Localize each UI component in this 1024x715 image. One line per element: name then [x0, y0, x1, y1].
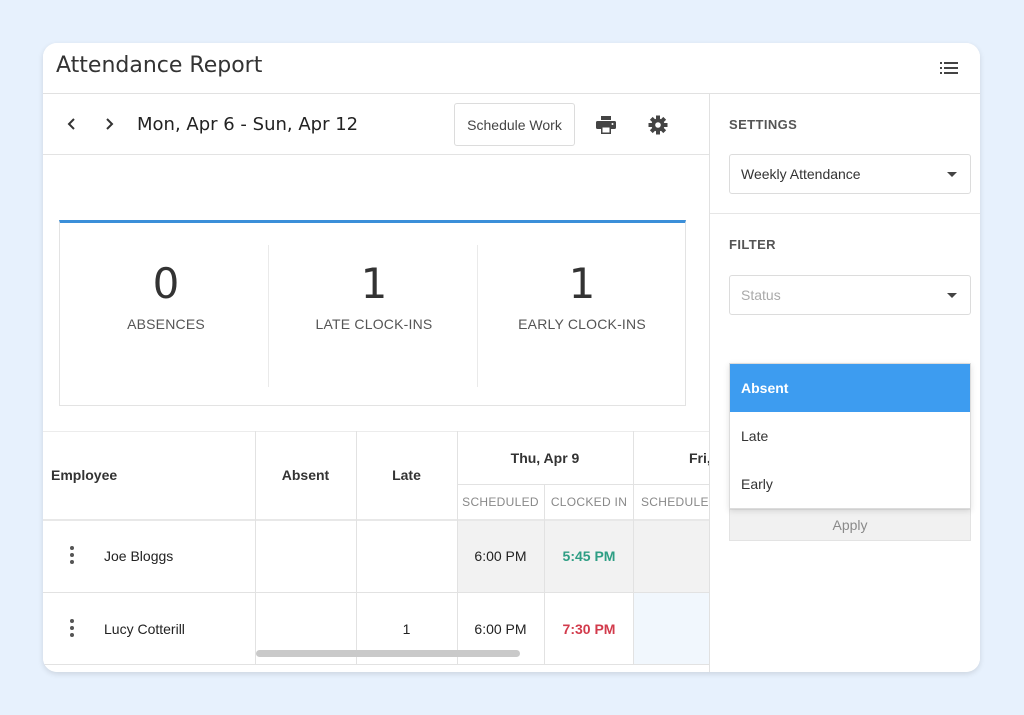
- main-panel: Mon, Apr 6 - Sun, Apr 12 Schedule Work 0…: [43, 94, 709, 672]
- employee-name: Joe Bloggs: [104, 547, 174, 564]
- status-option-early[interactable]: Early: [730, 460, 970, 508]
- schedule-work-button[interactable]: Schedule Work: [454, 103, 575, 146]
- gear-icon[interactable]: [646, 113, 670, 137]
- absent-count: [255, 519, 356, 592]
- divider: [268, 245, 269, 387]
- status-select[interactable]: Status: [729, 275, 971, 315]
- caret-down-icon: [947, 293, 957, 298]
- kebab-icon[interactable]: [69, 546, 75, 564]
- stat-value: 1: [568, 259, 596, 308]
- employee-name: Lucy Cotterill: [104, 620, 185, 637]
- stat-value: 0: [152, 259, 180, 308]
- settings-sidebar: SETTINGS Weekly Attendance FILTER Status…: [709, 94, 980, 672]
- page-title: Attendance Report: [56, 53, 263, 78]
- report-type-value: Weekly Attendance: [741, 166, 861, 182]
- settings-heading: SETTINGS: [729, 117, 798, 132]
- header-absent[interactable]: Absent: [255, 431, 356, 519]
- title-bar: Attendance Report: [43, 43, 980, 94]
- stats-summary: 0 ABSENCES 1 LATE CLOCK-INS 1 EARLY CLOC…: [59, 220, 686, 406]
- stat-late-clock-ins: 1 LATE CLOCK-INS: [270, 245, 478, 387]
- chevron-left-icon[interactable]: [62, 114, 82, 134]
- stat-label: EARLY CLOCK-INS: [518, 316, 646, 332]
- filter-heading: FILTER: [729, 237, 776, 252]
- header-late[interactable]: Late: [356, 431, 457, 519]
- printer-icon[interactable]: [594, 113, 618, 137]
- stat-absences: 0 ABSENCES: [62, 245, 270, 387]
- stat-label: ABSENCES: [127, 316, 205, 332]
- kebab-icon[interactable]: [69, 619, 75, 637]
- stat-label: LATE CLOCK-INS: [315, 316, 433, 332]
- status-placeholder: Status: [741, 287, 781, 303]
- report-window: Attendance Report Mon, Apr 6 - Sun, Apr …: [43, 43, 980, 672]
- subheader-clocked-in: CLOCKED IN: [550, 494, 628, 509]
- subheader-scheduled: SCHEDULED: [462, 494, 539, 509]
- stat-value: 1: [360, 259, 388, 308]
- header-day-fri: Fri,: [689, 449, 709, 466]
- header-day-thu-apr-9: Thu, Apr 9: [510, 449, 580, 466]
- status-option-late[interactable]: Late: [730, 412, 970, 460]
- apply-button[interactable]: Apply: [729, 509, 971, 541]
- menu-icon[interactable]: [940, 61, 958, 75]
- scheduled-time: 6:00 PM: [474, 547, 527, 564]
- horizontal-scrollbar[interactable]: [256, 650, 520, 657]
- attendance-table: Employee Absent Late Thu, Apr 9 Fri, SCH…: [43, 431, 709, 665]
- report-type-select[interactable]: Weekly Attendance: [729, 154, 971, 194]
- chevron-right-icon[interactable]: [99, 114, 119, 134]
- status-option-absent[interactable]: Absent: [730, 364, 970, 412]
- caret-down-icon: [947, 172, 957, 177]
- date-toolbar: Mon, Apr 6 - Sun, Apr 12 Schedule Work: [43, 94, 709, 155]
- stat-early-clock-ins: 1 EARLY CLOCK-INS: [478, 245, 686, 387]
- header-employee[interactable]: Employee: [51, 431, 117, 519]
- status-dropdown: Absent Late Early: [729, 363, 971, 509]
- subheader-scheduled: SCHEDULED: [641, 494, 709, 509]
- late-count: [356, 519, 457, 592]
- clocked-in-time: 5:45 PM: [562, 547, 616, 564]
- date-range: Mon, Apr 6 - Sun, Apr 12: [137, 114, 359, 135]
- clocked-in-time: 7:30 PM: [562, 620, 616, 637]
